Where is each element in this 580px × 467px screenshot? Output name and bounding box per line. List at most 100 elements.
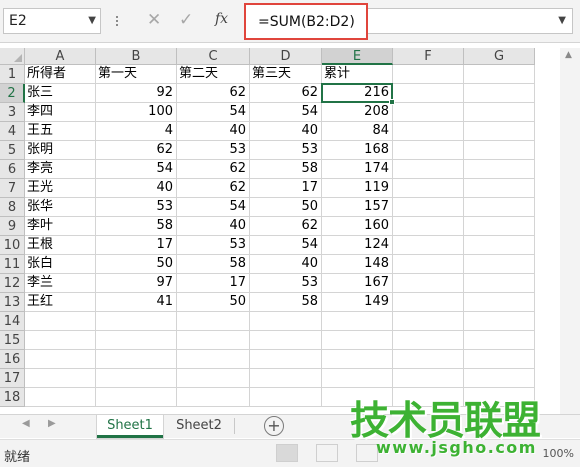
cell-b1[interactable]: 第一天 [96, 65, 177, 84]
cell-b14[interactable] [96, 312, 177, 331]
scroll-up-icon[interactable]: ▲ [565, 50, 572, 60]
cell-a18[interactable] [25, 388, 96, 407]
cell-a11[interactable]: 张白 [25, 255, 96, 274]
column-header-g[interactable]: G [464, 48, 535, 65]
cell-d5[interactable]: 53 [250, 141, 322, 160]
cell-f14[interactable] [393, 312, 464, 331]
row-header-8[interactable]: 8 [0, 198, 25, 217]
cell-b6[interactable]: 54 [96, 160, 177, 179]
zoom-level[interactable]: 100% [543, 447, 574, 460]
cell-g13[interactable] [464, 293, 535, 312]
cell-a9[interactable]: 李叶 [25, 217, 96, 236]
cell-g7[interactable] [464, 179, 535, 198]
cell-g17[interactable] [464, 369, 535, 388]
cell-g9[interactable] [464, 217, 535, 236]
cell-c11[interactable]: 58 [177, 255, 250, 274]
cell-e15[interactable] [322, 331, 393, 350]
cell-b13[interactable]: 41 [96, 293, 177, 312]
cell-d3[interactable]: 54 [250, 103, 322, 122]
cell-c5[interactable]: 53 [177, 141, 250, 160]
cell-e7[interactable]: 119 [322, 179, 393, 198]
cell-d8[interactable]: 50 [250, 198, 322, 217]
cell-g4[interactable] [464, 122, 535, 141]
cell-c16[interactable] [177, 350, 250, 369]
cell-f7[interactable] [393, 179, 464, 198]
prev-sheet-icon[interactable]: ◀ [22, 418, 30, 429]
cell-b12[interactable]: 97 [96, 274, 177, 293]
cell-e8[interactable]: 157 [322, 198, 393, 217]
cell-e4[interactable]: 84 [322, 122, 393, 141]
cell-c10[interactable]: 53 [177, 236, 250, 255]
cell-b7[interactable]: 40 [96, 179, 177, 198]
cell-f2[interactable] [393, 84, 464, 103]
row-header-12[interactable]: 12 [0, 274, 25, 293]
enter-icon[interactable]: ✓ [179, 10, 193, 30]
row-header-2[interactable]: 2 [0, 84, 25, 103]
cell-e13[interactable]: 149 [322, 293, 393, 312]
tab-sheet1[interactable]: Sheet1 [97, 415, 163, 438]
row-header-16[interactable]: 16 [0, 350, 25, 369]
cell-d15[interactable] [250, 331, 322, 350]
cell-b11[interactable]: 50 [96, 255, 177, 274]
cell-f11[interactable] [393, 255, 464, 274]
cell-b2[interactable]: 92 [96, 84, 177, 103]
cell-f12[interactable] [393, 274, 464, 293]
cell-b9[interactable]: 58 [96, 217, 177, 236]
cell-f16[interactable] [393, 350, 464, 369]
column-header-a[interactable]: A [25, 48, 96, 65]
column-header-f[interactable]: F [393, 48, 464, 65]
cell-e12[interactable]: 167 [322, 274, 393, 293]
cell-c13[interactable]: 50 [177, 293, 250, 312]
cell-a7[interactable]: 王光 [25, 179, 96, 198]
cell-f18[interactable] [393, 388, 464, 407]
cell-a6[interactable]: 李亮 [25, 160, 96, 179]
cell-f5[interactable] [393, 141, 464, 160]
cell-f10[interactable] [393, 236, 464, 255]
cell-a8[interactable]: 张华 [25, 198, 96, 217]
row-header-10[interactable]: 10 [0, 236, 25, 255]
row-header-14[interactable]: 14 [0, 312, 25, 331]
cell-b17[interactable] [96, 369, 177, 388]
row-header-7[interactable]: 7 [0, 179, 25, 198]
cell-e18[interactable] [322, 388, 393, 407]
page-break-view-icon[interactable] [356, 444, 378, 462]
row-header-5[interactable]: 5 [0, 141, 25, 160]
cell-f15[interactable] [393, 331, 464, 350]
cell-a13[interactable]: 王红 [25, 293, 96, 312]
cell-d14[interactable] [250, 312, 322, 331]
cell-d16[interactable] [250, 350, 322, 369]
cell-a14[interactable] [25, 312, 96, 331]
cell-f4[interactable] [393, 122, 464, 141]
cell-d7[interactable]: 17 [250, 179, 322, 198]
cell-c12[interactable]: 17 [177, 274, 250, 293]
cell-f3[interactable] [393, 103, 464, 122]
insert-function-icon[interactable]: fx [215, 11, 228, 27]
cell-d10[interactable]: 54 [250, 236, 322, 255]
cell-f13[interactable] [393, 293, 464, 312]
cell-f17[interactable] [393, 369, 464, 388]
cell-g1[interactable] [464, 65, 535, 84]
cell-b8[interactable]: 53 [96, 198, 177, 217]
column-header-e[interactable]: E [322, 48, 393, 65]
cell-g6[interactable] [464, 160, 535, 179]
normal-view-icon[interactable] [276, 444, 298, 462]
cell-g3[interactable] [464, 103, 535, 122]
cell-d4[interactable]: 40 [250, 122, 322, 141]
expand-formula-icon[interactable]: ▼ [558, 15, 566, 26]
row-header-4[interactable]: 4 [0, 122, 25, 141]
cell-e1[interactable]: 累计 [322, 65, 393, 84]
cell-e6[interactable]: 174 [322, 160, 393, 179]
cell-g10[interactable] [464, 236, 535, 255]
cell-c4[interactable]: 40 [177, 122, 250, 141]
cell-d1[interactable]: 第三天 [250, 65, 322, 84]
cell-b4[interactable]: 4 [96, 122, 177, 141]
name-box[interactable]: E2 ▼ [3, 8, 101, 34]
name-box-dropdown-icon[interactable]: ▼ [88, 15, 96, 26]
cell-e5[interactable]: 168 [322, 141, 393, 160]
cell-e11[interactable]: 148 [322, 255, 393, 274]
cell-a2[interactable]: 张三 [25, 84, 96, 103]
cell-b18[interactable] [96, 388, 177, 407]
cell-d2[interactable]: 62 [250, 84, 322, 103]
cell-d12[interactable]: 53 [250, 274, 322, 293]
cell-b5[interactable]: 62 [96, 141, 177, 160]
